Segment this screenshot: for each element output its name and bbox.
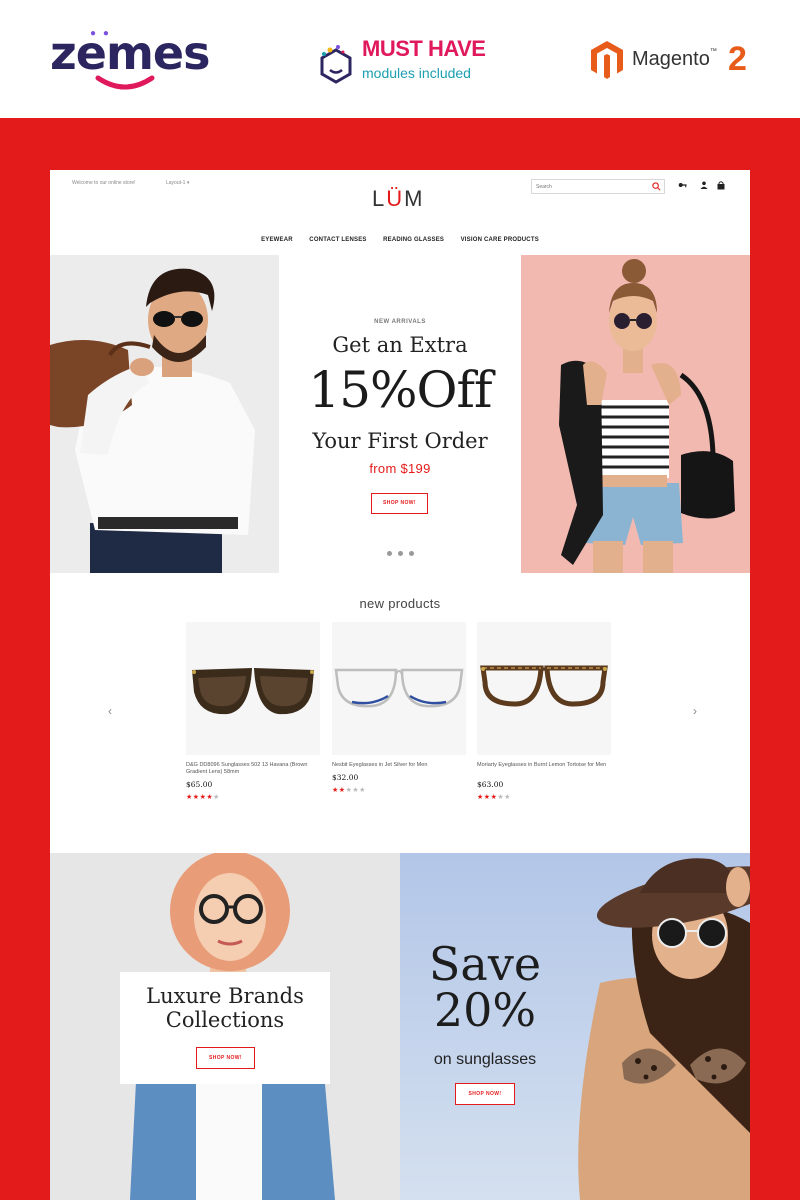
user-icon[interactable] [700,181,708,189]
magento-icon [591,41,623,79]
hero-line-1: Get an Extra [332,333,468,357]
product-image[interactable] [186,622,320,755]
hero-woman-photo [521,255,750,573]
luxury-title-line-1: Luxure Brands [146,984,304,1008]
star-filled-icon: ★ [477,794,484,801]
star-filled-icon: ★ [192,794,200,801]
nav-contact-lenses[interactable]: CONTACT LENSES [309,237,366,243]
product-price: $65.00 [186,780,213,789]
nav-vision-care[interactable]: VISION CARE PRODUCTS [461,237,539,243]
smile-icon [95,75,155,90]
zemes-logo: ● ● zemes [50,26,210,92]
star-empty-icon: ★ [213,794,220,801]
magento-tm: ™ [709,48,717,55]
zemes-dots-icon: ● ● [90,28,111,39]
cart-icon[interactable] [717,181,725,190]
store-page: Welcome to our online store! Layout-1 ▾ … [50,170,750,1200]
magento-wordmark: Magento™ [632,48,717,71]
layout-switcher[interactable]: Layout-1 ▾ [166,180,189,186]
product-name[interactable]: Moriarty Eyeglasses in Burnt Lemon Torto… [477,762,611,769]
eyeglasses-icon [334,668,464,708]
logo-m: M [404,186,425,211]
main-nav: EYEWEAR CONTACT LENSES READING GLASSES V… [50,228,750,246]
slider-dots [279,543,521,561]
hero-discount: 15%Off [308,361,492,419]
zemes-brand: zemes [50,26,210,80]
product-rating: ★★★★★ [186,793,320,801]
luxury-card: Luxure Brands Collections SHOP NOW! [120,972,330,1084]
hero-man-photo [50,255,279,573]
carousel-next-arrow[interactable]: › [693,704,697,718]
carousel-prev-arrow[interactable]: ‹ [108,704,112,718]
luxury-title: Luxure Brands Collections [120,984,330,1032]
must-have-subtitle: modules included [362,65,471,81]
new-products-title: new products [359,596,441,611]
must-have-badge: MUST HAVE modules included [316,36,496,88]
save-title: Save 20% [415,941,555,1033]
magento-name: Magento [632,48,710,70]
product-price: $63.00 [477,780,504,789]
promo-header: ● ● zemes MUST HAVE modules included Mag… [0,0,800,118]
product-image[interactable] [477,622,611,755]
sale-shop-now-button[interactable]: SHOP NOW! [455,1083,515,1105]
slider-dot-2[interactable] [397,551,403,556]
product-price: $32.00 [332,773,359,782]
star-filled-icon: ★ [186,794,193,801]
hero-price: from $199 [369,461,431,476]
logo-u: Ü [386,186,405,211]
search-box [531,179,665,194]
star-empty-icon: ★ [504,794,511,801]
save-title-line-2: 20% [433,983,537,1037]
magento-badge: Magento™ 2 [590,38,760,84]
hero-shop-now-button[interactable]: SHOP NOW! [371,493,428,514]
sunglasses-icon [192,668,314,715]
welcome-text: Welcome to our online store! [72,180,136,186]
product-rating: ★★★★★ [477,793,611,801]
save-subtitle: on sunglasses [433,1051,537,1068]
hexagon-icon [320,45,352,84]
nav-reading-glasses[interactable]: READING GLASSES [383,237,444,243]
luxury-shop-now-button[interactable]: SHOP NOW! [196,1047,255,1069]
luxury-brands-banner: Luxure Brands Collections SHOP NOW! [50,853,400,1200]
sunglasses-sale-banner: Save 20% on sunglasses SHOP NOW! [400,853,750,1200]
red-frame: Welcome to our online store! Layout-1 ▾ … [0,118,800,1200]
product-rating: ★★★★★ [332,786,466,794]
store-logo[interactable]: LÜM [372,186,424,212]
product-image[interactable] [332,622,466,755]
search-icon[interactable] [652,182,661,191]
star-filled-icon: ★ [338,787,346,794]
star-filled-icon: ★ [332,787,339,794]
hero-line-3: Your First Order [312,429,488,453]
star-empty-icon: ★ [359,787,366,794]
product-name[interactable]: Nesbit Eyeglasses in Jet Silver for Men [332,762,466,769]
slider-dot-3[interactable] [408,551,414,556]
tortoise-eyeglasses-icon [480,665,608,707]
product-name[interactable]: D&G DD8096 Sunglasses 502 13 Havana (Bro… [186,762,320,776]
logo-l: L [372,186,387,211]
must-have-title: MUST HAVE [362,36,486,61]
magento-version: 2 [728,40,747,78]
man-illustration [50,255,279,573]
search-input[interactable] [536,182,646,191]
hero-promo: NEW ARRIVALS Get an Extra 15%Off Your Fi… [279,255,521,573]
slider-dot-1[interactable] [386,551,392,556]
woman-illustration [521,255,750,573]
key-icon[interactable] [678,181,687,189]
nav-eyewear[interactable]: EYEWEAR [261,237,293,243]
hero-eyebrow: NEW ARRIVALS [374,319,426,325]
luxury-title-line-2: Collections [165,1008,285,1032]
star-filled-icon: ★ [483,794,491,801]
